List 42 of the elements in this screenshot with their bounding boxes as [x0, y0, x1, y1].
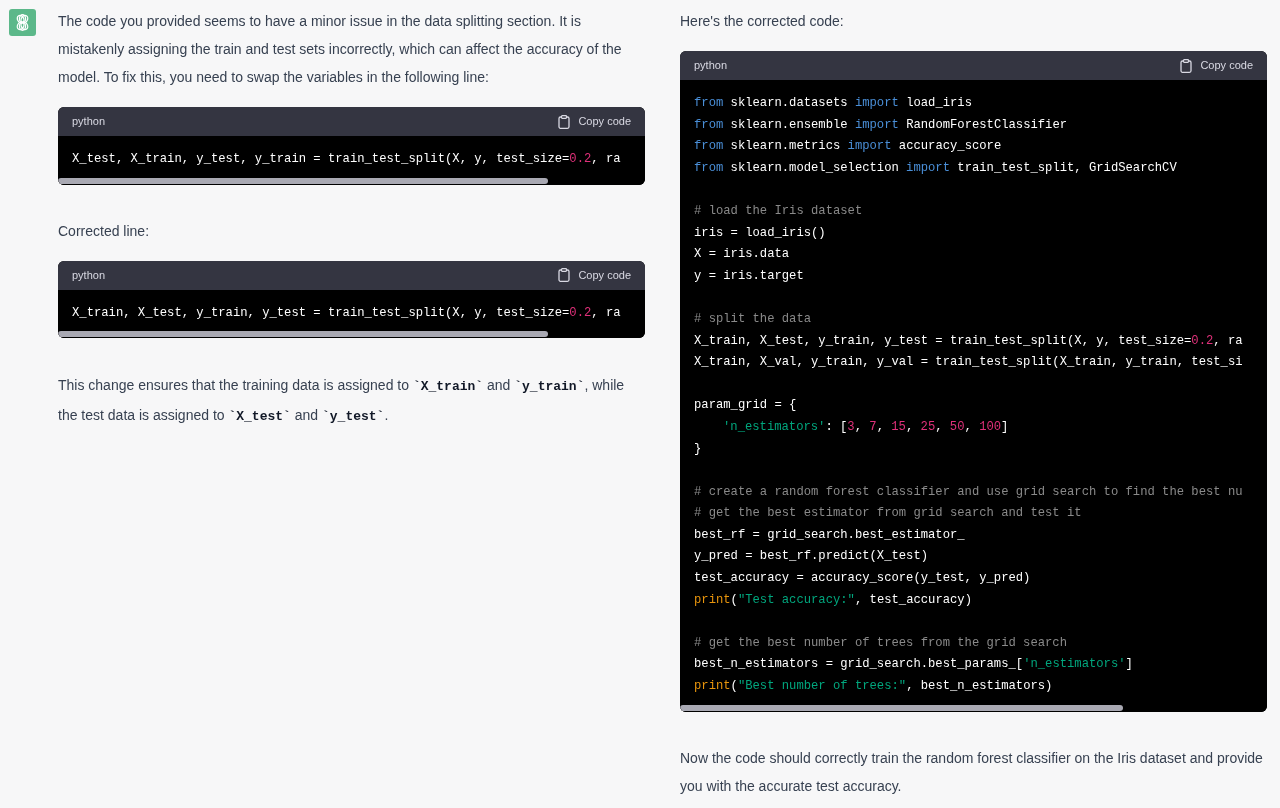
copy-code-button[interactable]: Copy code [558, 266, 631, 284]
paragraph: This change ensures that the training data is assigned to `X_train` and `y_train`, while the test data is assigned to `X_test` and `y_test`. [58, 376, 626, 427]
copy-code-button[interactable]: Copy code [558, 113, 631, 130]
language-label: python [72, 114, 106, 130]
code-line: 'n_estimators': [3, 7, 15, 25, 50, 100] [723, 418, 1009, 436]
code-line: y = iris.target [694, 267, 804, 285]
code-line: # create a random forest classifier and use grid search to find the best nu [694, 483, 1243, 501]
code-line: # split the data [694, 310, 812, 328]
clipboard-icon [1180, 58, 1193, 73]
code-line: # load the Iris dataset [694, 202, 863, 220]
language-label: python [72, 267, 106, 283]
code-line: print("Test accuracy:", test_accuracy) [694, 591, 972, 609]
code-line: print("Best number of trees:", best_n_estimators) [694, 678, 1053, 696]
code-line: X_train, X_test, y_train, y_test = train_test_split(X, y, test_size=0.2, ra [72, 304, 621, 322]
scrollbar[interactable] [680, 704, 1123, 711]
code-line: best_rf = grid_search.best_estimator_ [694, 526, 965, 544]
copy-code-button[interactable]: Copy code [1180, 57, 1253, 74]
code-line: best_n_estimators = grid_search.best_params_['n_estimators'] [694, 656, 1133, 674]
code-line: test_accuracy = accuracy_score(y_test, y_pred) [694, 570, 1031, 588]
paragraph: Here's the corrected code: [680, 12, 845, 31]
code-line: } [694, 440, 702, 458]
code-line: y_pred = best_rf.predict(X_test) [694, 548, 929, 566]
code-line: # get the best number of trees from the grid search [694, 634, 1067, 652]
paragraph: Corrected line: [58, 221, 151, 241]
code-line: X_test, X_train, y_test, y_train = train_test_split(X, y, test_size=0.2, ra [72, 151, 621, 168]
code-line: from sklearn.metrics import accuracy_score [694, 138, 1002, 156]
paragraph: The code you provided seems to have a minor issue in the data splitting section. It is mistakenly assigning the train and test sets incorrectly, which can affect the accuracy of the model. To fix this, you need to swap the variables in the following line: [58, 12, 623, 87]
code-line: X = iris.data [694, 246, 790, 264]
scrollbar[interactable] [58, 177, 548, 184]
code-line: # get the best estimator from grid search and test it [694, 505, 1082, 523]
language-label: python [694, 58, 728, 74]
code-line: param_grid = { [694, 397, 797, 415]
code-line: iris = load_iris() [694, 224, 826, 242]
clipboard-icon [558, 114, 571, 129]
code-line: X_train, X_val, y_train, y_val = train_test_split(X_train, y_train, test_si [694, 354, 1243, 372]
code-line: from sklearn.model_selection import train_test_split, GridSearchCV [694, 159, 1177, 177]
code-line: from sklearn.datasets import load_iris [694, 95, 972, 112]
code-line: from sklearn.ensemble import RandomForestClassifier [694, 116, 1068, 134]
scrollbar[interactable] [58, 331, 548, 338]
clipboard-icon [558, 268, 571, 283]
code-line: X_train, X_test, y_train, y_test = train_test_split(X, y, test_size=0.2, ra [694, 332, 1243, 350]
paragraph: Now the code should correctly train the random forest classifier on the Iris dataset and provide you with the accurate test accuracy. [680, 748, 1264, 796]
